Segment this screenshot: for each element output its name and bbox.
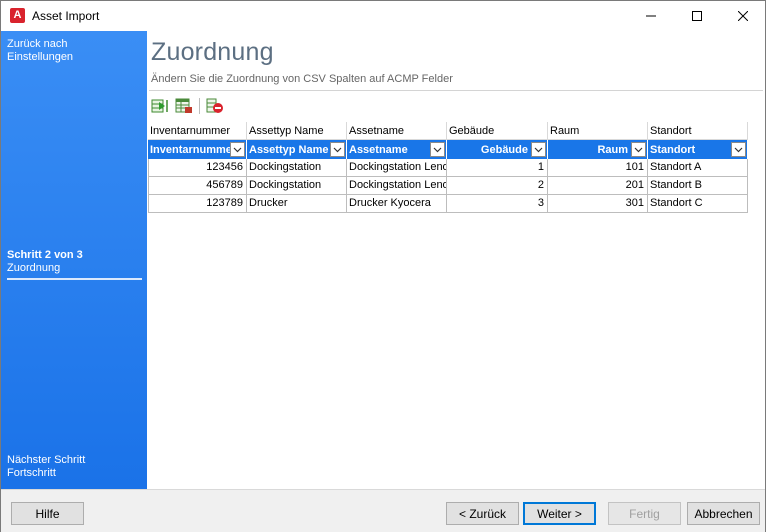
field-mapping-select[interactable]: Raum bbox=[548, 140, 648, 159]
table-cell: 1 bbox=[447, 159, 548, 177]
table-cell: Dockingstation bbox=[247, 159, 347, 177]
field-mapping-select[interactable]: Assetname bbox=[347, 140, 447, 159]
table-cell: 3 bbox=[447, 195, 548, 213]
csv-column-header: Standort bbox=[648, 122, 748, 140]
mapped-field-label: Inventarnummer bbox=[150, 143, 230, 156]
field-mapping-select[interactable]: Standort bbox=[648, 140, 748, 159]
table-mapping-button[interactable] bbox=[175, 97, 193, 115]
next-step-info: Nächster Schritt Fortschritt bbox=[7, 454, 137, 480]
table-row[interactable]: 456789 Dockingstation Dockingstation Len… bbox=[148, 177, 748, 195]
add-mapping-button[interactable] bbox=[151, 97, 169, 115]
csv-header-row: Inventarnummer Assettyp Name Assetname G… bbox=[148, 122, 748, 140]
dropdown-button[interactable] bbox=[330, 142, 345, 157]
back-button[interactable]: < Zurück bbox=[446, 502, 519, 525]
cancel-button[interactable]: Abbrechen bbox=[687, 502, 760, 525]
table-cell: Standort A bbox=[648, 159, 748, 177]
mapped-field-label: Raum bbox=[597, 143, 628, 156]
toolbar-separator bbox=[199, 98, 200, 114]
page-title: Zuordnung bbox=[151, 38, 274, 66]
step-counter: Schritt 2 von 3 bbox=[7, 249, 83, 261]
dropdown-button[interactable] bbox=[430, 142, 445, 157]
table-cell: Dockingstation bbox=[247, 177, 347, 195]
maximize-icon bbox=[692, 11, 702, 21]
table-cell: Standort B bbox=[648, 177, 748, 195]
next-step-name: Fortschritt bbox=[7, 467, 56, 479]
table-cell: 123789 bbox=[148, 195, 247, 213]
csv-column-header: Gebäude bbox=[447, 122, 548, 140]
chevron-down-icon bbox=[634, 147, 643, 152]
csv-column-header: Assettyp Name bbox=[247, 122, 347, 140]
close-icon bbox=[738, 11, 748, 21]
chevron-down-icon bbox=[534, 147, 543, 152]
current-step-indicator: Schritt 2 von 3 Zuordnung bbox=[7, 249, 142, 280]
header-divider bbox=[149, 90, 763, 91]
table-cell: Dockingstation Lenovo bbox=[347, 177, 447, 195]
dropdown-button[interactable] bbox=[731, 142, 746, 157]
table-row[interactable]: 123789 Drucker Drucker Kyocera 3 301 Sta… bbox=[148, 195, 748, 213]
help-button[interactable]: Hilfe bbox=[11, 502, 84, 525]
finish-button: Fertig bbox=[608, 502, 681, 525]
field-mapping-select[interactable]: Gebäude bbox=[447, 140, 548, 159]
mapped-field-label: Assetname bbox=[349, 143, 408, 156]
table-cell: Dockingstation Lenovo bbox=[347, 159, 447, 177]
back-to-settings-link[interactable]: Zurück nach Einstellungen bbox=[7, 38, 137, 64]
page-subtitle: Ändern Sie die Zuordnung von CSV Spalten… bbox=[151, 73, 453, 85]
mapped-field-label: Standort bbox=[650, 143, 696, 156]
remove-mapping-button[interactable] bbox=[206, 97, 224, 115]
minimize-button[interactable] bbox=[628, 1, 674, 31]
close-button[interactable] bbox=[720, 1, 766, 31]
csv-column-header: Assetname bbox=[347, 122, 447, 140]
csv-column-header: Inventarnummer bbox=[148, 122, 247, 140]
table-cell: 2 bbox=[447, 177, 548, 195]
window-title: Asset Import bbox=[32, 9, 100, 23]
chevron-down-icon bbox=[433, 147, 442, 152]
table-cell: Drucker Kyocera bbox=[347, 195, 447, 213]
chevron-down-icon bbox=[233, 147, 242, 152]
dropdown-button[interactable] bbox=[631, 142, 646, 157]
app-logo-icon: A bbox=[10, 8, 25, 23]
chevron-down-icon bbox=[333, 147, 342, 152]
table-cell: Drucker bbox=[247, 195, 347, 213]
title-bar: A Asset Import bbox=[1, 1, 765, 31]
field-mapping-row: Inventarnummer Assettyp Name Assetname G… bbox=[148, 140, 748, 159]
step-name: Zuordnung bbox=[7, 262, 61, 274]
field-mapping-select[interactable]: Inventarnummer bbox=[148, 140, 247, 159]
chevron-down-icon bbox=[734, 147, 743, 152]
table-cell: 201 bbox=[548, 177, 648, 195]
next-step-label: Nächster Schritt bbox=[7, 454, 86, 466]
table-row[interactable]: 123456 Dockingstation Dockingstation Len… bbox=[148, 159, 748, 177]
back-link-line1: Zurück nach bbox=[7, 38, 68, 50]
field-mapping-select[interactable]: Assettyp Name bbox=[247, 140, 347, 159]
mapping-grid: Inventarnummer Assettyp Name Assetname G… bbox=[148, 122, 748, 213]
mapped-field-label: Assettyp Name bbox=[249, 143, 329, 156]
table-cell: 301 bbox=[548, 195, 648, 213]
dropdown-button[interactable] bbox=[230, 142, 245, 157]
add-mapping-icon bbox=[151, 99, 168, 113]
mapping-toolbar bbox=[151, 96, 224, 116]
remove-mapping-icon bbox=[206, 98, 223, 113]
dropdown-button[interactable] bbox=[531, 142, 546, 157]
table-cell: Standort C bbox=[648, 195, 748, 213]
next-button[interactable]: Weiter > bbox=[523, 502, 596, 525]
back-link-line2: Einstellungen bbox=[7, 51, 74, 63]
wizard-footer: Hilfe < Zurück Weiter > Fertig Abbrechen bbox=[1, 489, 765, 532]
table-cell: 456789 bbox=[148, 177, 247, 195]
maximize-button[interactable] bbox=[674, 1, 720, 31]
table-mapping-icon bbox=[175, 98, 192, 113]
asset-import-window: A Asset Import Zurück nach Einstellungen… bbox=[0, 0, 766, 532]
wizard-sidebar: Zurück nach Einstellungen Schritt 2 von … bbox=[1, 31, 147, 489]
table-cell: 123456 bbox=[148, 159, 247, 177]
table-cell: 101 bbox=[548, 159, 648, 177]
mapped-field-label: Gebäude bbox=[480, 143, 528, 156]
minimize-icon bbox=[646, 15, 656, 17]
csv-column-header: Raum bbox=[548, 122, 648, 140]
